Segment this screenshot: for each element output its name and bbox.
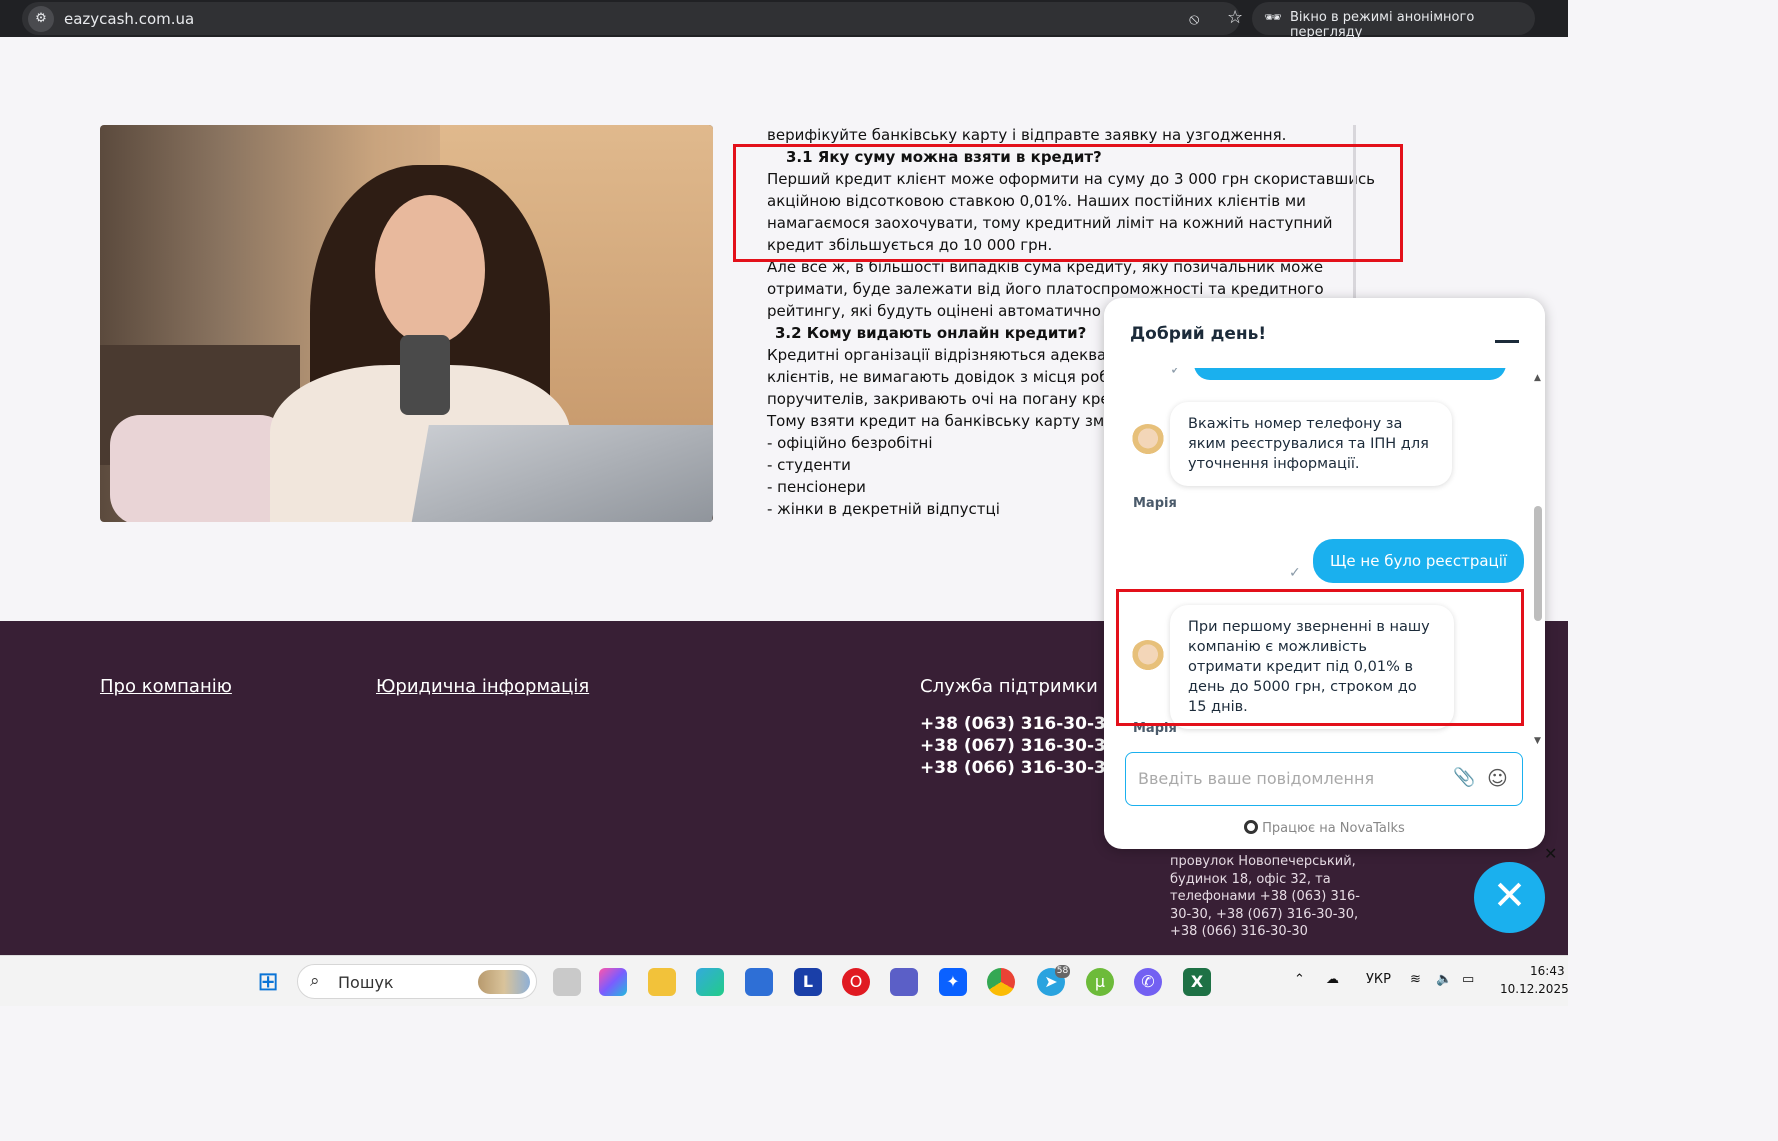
chat-title: Добрий день!	[1130, 324, 1267, 344]
close-icon[interactable]: ✕	[1544, 844, 1557, 863]
support-phone[interactable]: +38 (067) 316-30-30	[920, 736, 1118, 756]
emoji-icon[interactable]: ☺	[1487, 766, 1508, 790]
sender-name: Марія	[1133, 496, 1177, 511]
url-text[interactable]: eazycash.com.ua	[64, 10, 194, 28]
highlight-box	[733, 144, 1403, 262]
task-view-icon[interactable]	[553, 968, 581, 996]
article-text-line: рейтингу, які будуть оцінені автоматично…	[767, 302, 1139, 320]
l-app-icon[interactable]: L	[794, 968, 822, 996]
list-item: - студенти	[767, 456, 851, 474]
file-explorer-icon[interactable]	[648, 968, 676, 996]
novatalks-logo-icon	[1244, 820, 1259, 834]
footer-link-about[interactable]: Про компанію	[100, 676, 232, 697]
taskbar-search[interactable]: ⌕ Пошук	[297, 964, 537, 999]
support-phone[interactable]: +38 (063) 316-30-30	[920, 714, 1118, 734]
chat-toggle-button[interactable]: ✕	[1474, 862, 1545, 933]
incognito-label: Вікно в режимі анонімного перегляду	[1290, 10, 1475, 40]
article-text-line: клієнтів, не вимагають довідок з місця р…	[767, 368, 1137, 386]
minimize-icon[interactable]	[1495, 340, 1519, 343]
section-heading-3-2: 3.2 Кому видають онлайн кредити?	[775, 324, 1087, 342]
message-field[interactable]: 📎 ☺	[1125, 752, 1523, 806]
list-item: - офіційно безробітні	[767, 434, 933, 452]
search-icon: ⌕	[310, 971, 320, 991]
article-photo	[100, 125, 713, 522]
language-indicator[interactable]: УКР	[1366, 972, 1391, 987]
scroll-thumb[interactable]	[1534, 506, 1542, 621]
telegram-badge: 58	[1055, 965, 1070, 978]
list-item: - пенсіонери	[767, 478, 866, 496]
scroll-up-icon[interactable]: ▲	[1534, 373, 1541, 383]
powered-by-text: Працює на NovaTalks	[1262, 821, 1405, 836]
search-label: Пошук	[338, 973, 394, 992]
onedrive-icon[interactable]: ☁	[1326, 972, 1339, 987]
check-icon: ✓	[1289, 565, 1301, 581]
chat-message-out: Ще не було реєстрації	[1313, 539, 1525, 583]
incognito-icon: 🕶	[1264, 10, 1282, 26]
battery-icon[interactable]: ▭	[1462, 972, 1474, 987]
store-icon[interactable]	[745, 968, 773, 996]
avatar	[1130, 424, 1166, 460]
support-phone[interactable]: +38 (066) 316-30-30	[920, 758, 1118, 778]
chrome-icon[interactable]	[987, 968, 1015, 996]
article-text-line: поручителів, закривають очі на погану кр…	[767, 390, 1139, 408]
footer-address: провулок Новопечерський, будинок 18, офі…	[1170, 854, 1360, 939]
powered-by[interactable]: Працює на NovaTalks	[1104, 820, 1545, 836]
chat-widget: Добрий день! ✓ Вкажіть номер телефону за…	[1104, 298, 1545, 849]
chat-scrollbar[interactable]: ▲ ▼	[1534, 373, 1542, 746]
opera-icon[interactable]: O	[842, 968, 870, 996]
chevron-up-icon[interactable]: ⌃	[1294, 972, 1305, 987]
clock-time[interactable]: 16:43	[1530, 964, 1565, 978]
message-input[interactable]	[1138, 769, 1438, 788]
scroll-down-icon[interactable]: ▼	[1534, 736, 1541, 746]
viber-icon[interactable]: ✆	[1134, 968, 1162, 996]
chat-message-in: Вкажіть номер телефону за яким реєструва…	[1170, 402, 1452, 486]
excel-icon[interactable]: X	[1183, 968, 1211, 996]
teams-icon[interactable]	[890, 968, 918, 996]
utorrent-icon[interactable]: µ	[1086, 968, 1114, 996]
highlight-box	[1116, 589, 1524, 726]
copilot-icon[interactable]	[599, 968, 627, 996]
search-highlight-image	[478, 970, 530, 994]
browser-toolbar: ⚙ eazycash.com.ua ⦸ ☆ 🕶 Вікно в режимі а…	[0, 0, 1568, 40]
eye-off-icon[interactable]: ⦸	[1189, 9, 1199, 29]
edge-icon[interactable]	[696, 968, 724, 996]
support-title: Служба підтримки	[920, 676, 1098, 697]
clock-date[interactable]: 10.12.2025	[1500, 982, 1569, 996]
address-bar[interactable]: ⚙ eazycash.com.ua ⦸ ☆	[22, 2, 1243, 35]
footer-link-legal[interactable]: Юридична інформація	[376, 676, 589, 697]
article-text-line: Кредитні організації відрізняються адекв…	[767, 346, 1135, 364]
article-text-line: верифікуйте банківську карту і відправте…	[767, 126, 1287, 144]
windows-start-icon[interactable]: ⊞	[254, 968, 282, 996]
wifi-icon[interactable]: ≋	[1410, 972, 1421, 987]
chat-header: Добрий день!	[1104, 298, 1545, 368]
tune-icon[interactable]: ⚙	[28, 6, 54, 32]
article-text-line: Тому взяти кредит на банківську карту зм…	[767, 412, 1145, 430]
star-icon[interactable]: ☆	[1227, 7, 1243, 28]
incognito-indicator[interactable]: 🕶 Вікно в режимі анонімного перегляду	[1252, 2, 1535, 40]
chat-message-out	[1194, 368, 1506, 380]
article-text-line: отримати, буде залежати від його платосп…	[767, 280, 1324, 298]
dropbox-icon[interactable]: ✦	[939, 968, 967, 996]
windows-taskbar: ⊞ ⌕ Пошук L O ✦ ➤ 58 µ ✆ X ⌃ ☁ УКР ≋ 🔈 ▭…	[0, 955, 1569, 1006]
check-icon: ✓	[1170, 368, 1182, 378]
paperclip-icon[interactable]: 📎	[1453, 767, 1475, 788]
volume-icon[interactable]: 🔈	[1436, 972, 1452, 987]
list-item: - жінки в декретній відпустці	[767, 500, 1000, 518]
